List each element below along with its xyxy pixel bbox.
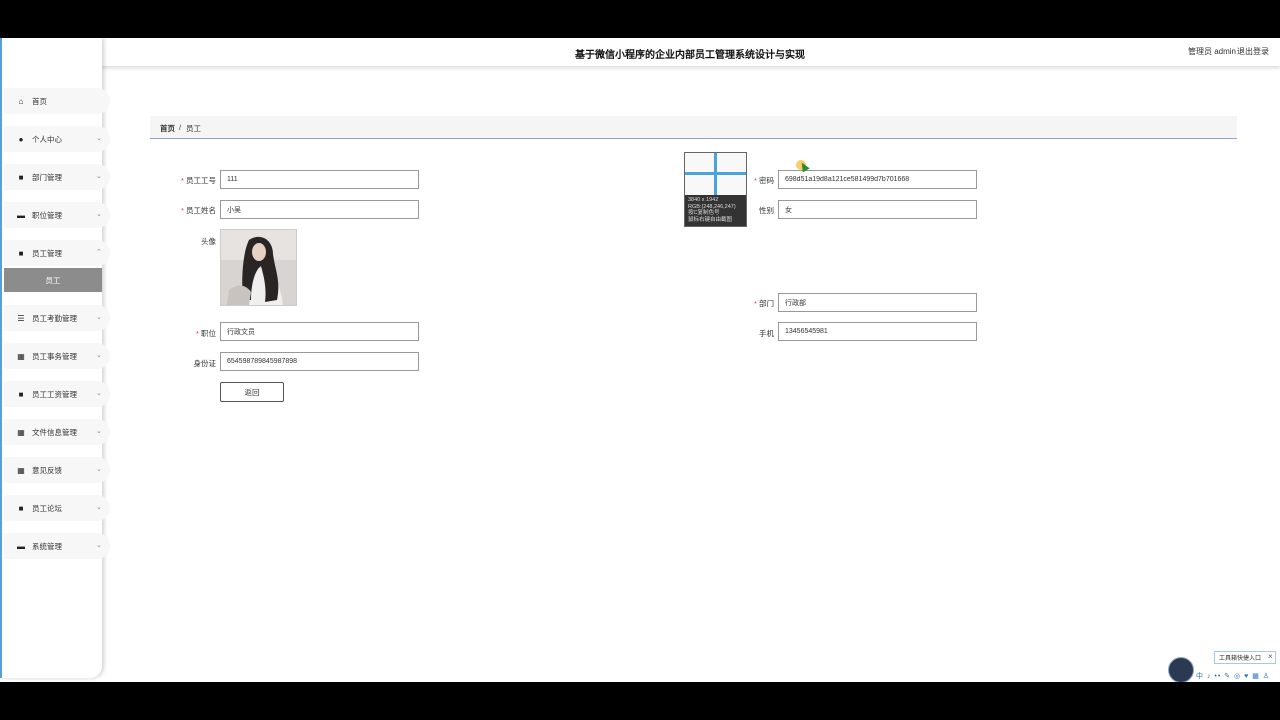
salary-icon: ■ [18,389,24,399]
toolbox-icons[interactable]: 中 ♪ •• ✎ ◎ ♥ ▦ ♙ [1196,671,1270,681]
sidebar-item-feedback[interactable]: ▦ 意见反馈 ⌄ [4,457,110,483]
grid-icon: ▦ [17,465,25,475]
sidebar-item-personal-center[interactable]: ● 个人中心 ⌄ [4,126,110,152]
sidebar-item-home[interactable]: ⌂ 首页 [4,88,110,114]
sidebar-item-label: 个人中心 [32,134,62,144]
chevron-down-icon: ⌄ [96,428,102,435]
close-icon[interactable]: × [1268,652,1273,661]
user-icon: ● [18,134,24,144]
chevron-down-icon: ⌄ [96,542,102,549]
logout-link[interactable]: 退出登录 [1237,46,1269,57]
color-picker-info: 3840 x 1942 RGB:(248,246,247) 按C复制色号 鼠标右… [688,197,736,223]
phone-field[interactable] [778,322,977,341]
sidebar-item-label: 意见反馈 [32,465,62,475]
sidebar-item-label: 员工论坛 [32,503,62,513]
position-label: * 职位 [195,329,216,338]
employee-no-field[interactable] [220,170,419,189]
sidebar-item-label: 员工考勤管理 [32,313,77,323]
sidebar-item-label: 首页 [32,96,47,106]
sidebar-item-label: 员工事务管理 [32,351,77,361]
sidebar-item-forum[interactable]: ■ 员工论坛 ⌄ [4,495,110,521]
list-icon: ☰ [17,313,25,323]
sidebar-item-label: 职位管理 [32,210,62,220]
avatar [220,229,297,306]
position-field[interactable] [220,322,419,341]
department-label: * 部门 [753,299,774,308]
sidebar-item-label: 系统管理 [32,541,62,551]
breadcrumb-current: 员工 [186,124,201,133]
sidebar-item-files[interactable]: ▦ 文件信息管理 ⌄ [4,419,110,445]
sidebar-item-label: 部门管理 [32,172,62,182]
breadcrumb-separator: / [179,123,182,132]
avatar-label: 头像 [201,237,216,246]
breadcrumb: 首页 / 员工 [150,116,1237,139]
forum-icon: ■ [18,503,24,513]
breadcrumb-home[interactable]: 首页 [160,123,175,134]
position-icon: ▬ [17,210,25,220]
chevron-down-icon: ⌄ [96,211,102,218]
sidebar: ⌂ 首页 ● 个人中心 ⌄ ■ 部门管理 ⌄ ▬ 职位管理 ⌄ ■ 员工管理 ⌃… [0,38,110,678]
password-field[interactable] [778,170,977,189]
toolbox-entry[interactable]: 工具箱快捷入口 [1214,651,1276,664]
page-title: 基于微信小程序的企业内部员工管理系统设计与实现 [575,50,805,61]
sidebar-item-attendance[interactable]: ☰ 员工考勤管理 ⌄ [4,305,110,331]
chevron-down-icon: ⌄ [96,466,102,473]
app-screen: 基于微信小程序的企业内部员工管理系统设计与实现 管理员 admin 退出登录 ⌂… [0,38,1280,682]
sidebar-item-label: 员工工资管理 [32,389,77,399]
department-icon: ■ [18,172,24,182]
sidebar-item-position[interactable]: ▬ 职位管理 ⌄ [4,202,110,228]
back-button[interactable]: 返回 [220,382,284,402]
sidebar-item-salary[interactable]: ■ 员工工资管理 ⌄ [4,381,110,407]
color-picker-overlay: 3840 x 1942 RGB:(248,246,247) 按C复制色号 鼠标右… [684,152,747,227]
department-field[interactable] [778,293,977,312]
employee-name-field[interactable] [220,200,419,219]
id-card-field[interactable] [220,352,419,371]
sidebar-item-affairs[interactable]: ▦ 员工事务管理 ⌄ [4,343,110,369]
sidebar-subitem-employee[interactable]: 员工 [4,268,102,292]
home-icon: ⌂ [18,96,24,106]
employee-icon: ■ [18,248,24,258]
employee-no-label: * 员工工号 [180,176,216,185]
phone-label: 手机 [759,329,774,338]
sidebar-item-system[interactable]: ▬ 系统管理 ⌄ [4,533,110,559]
grid-icon: ▦ [17,427,25,437]
current-user: 管理员 admin [1187,47,1236,56]
chevron-down-icon: ⌄ [96,352,102,359]
chevron-down-icon: ⌄ [96,504,102,511]
chevron-down-icon: ⌄ [96,314,102,321]
color-picker-magnifier [685,153,746,195]
toolbox-avatar-icon[interactable] [1168,657,1194,682]
id-card-label: 身份证 [193,359,217,368]
monitor-icon: ▬ [17,541,25,551]
chevron-down-icon: ⌄ [96,390,102,397]
sidebar-item-label: 员工管理 [32,248,62,258]
grid-icon: ▦ [17,351,25,361]
gender-field[interactable] [778,200,977,219]
sidebar-item-employee[interactable]: ■ 员工管理 ⌃ [4,240,110,266]
chevron-up-icon: ⌃ [96,249,102,256]
employee-name-label: * 员工姓名 [180,206,216,215]
sidebar-item-department[interactable]: ■ 部门管理 ⌄ [4,164,110,190]
sidebar-item-label: 文件信息管理 [32,427,77,437]
chevron-down-icon: ⌄ [96,135,102,142]
chevron-down-icon: ⌄ [96,173,102,180]
top-header: 基于微信小程序的企业内部员工管理系统设计与实现 管理员 admin 退出登录 [100,38,1280,66]
